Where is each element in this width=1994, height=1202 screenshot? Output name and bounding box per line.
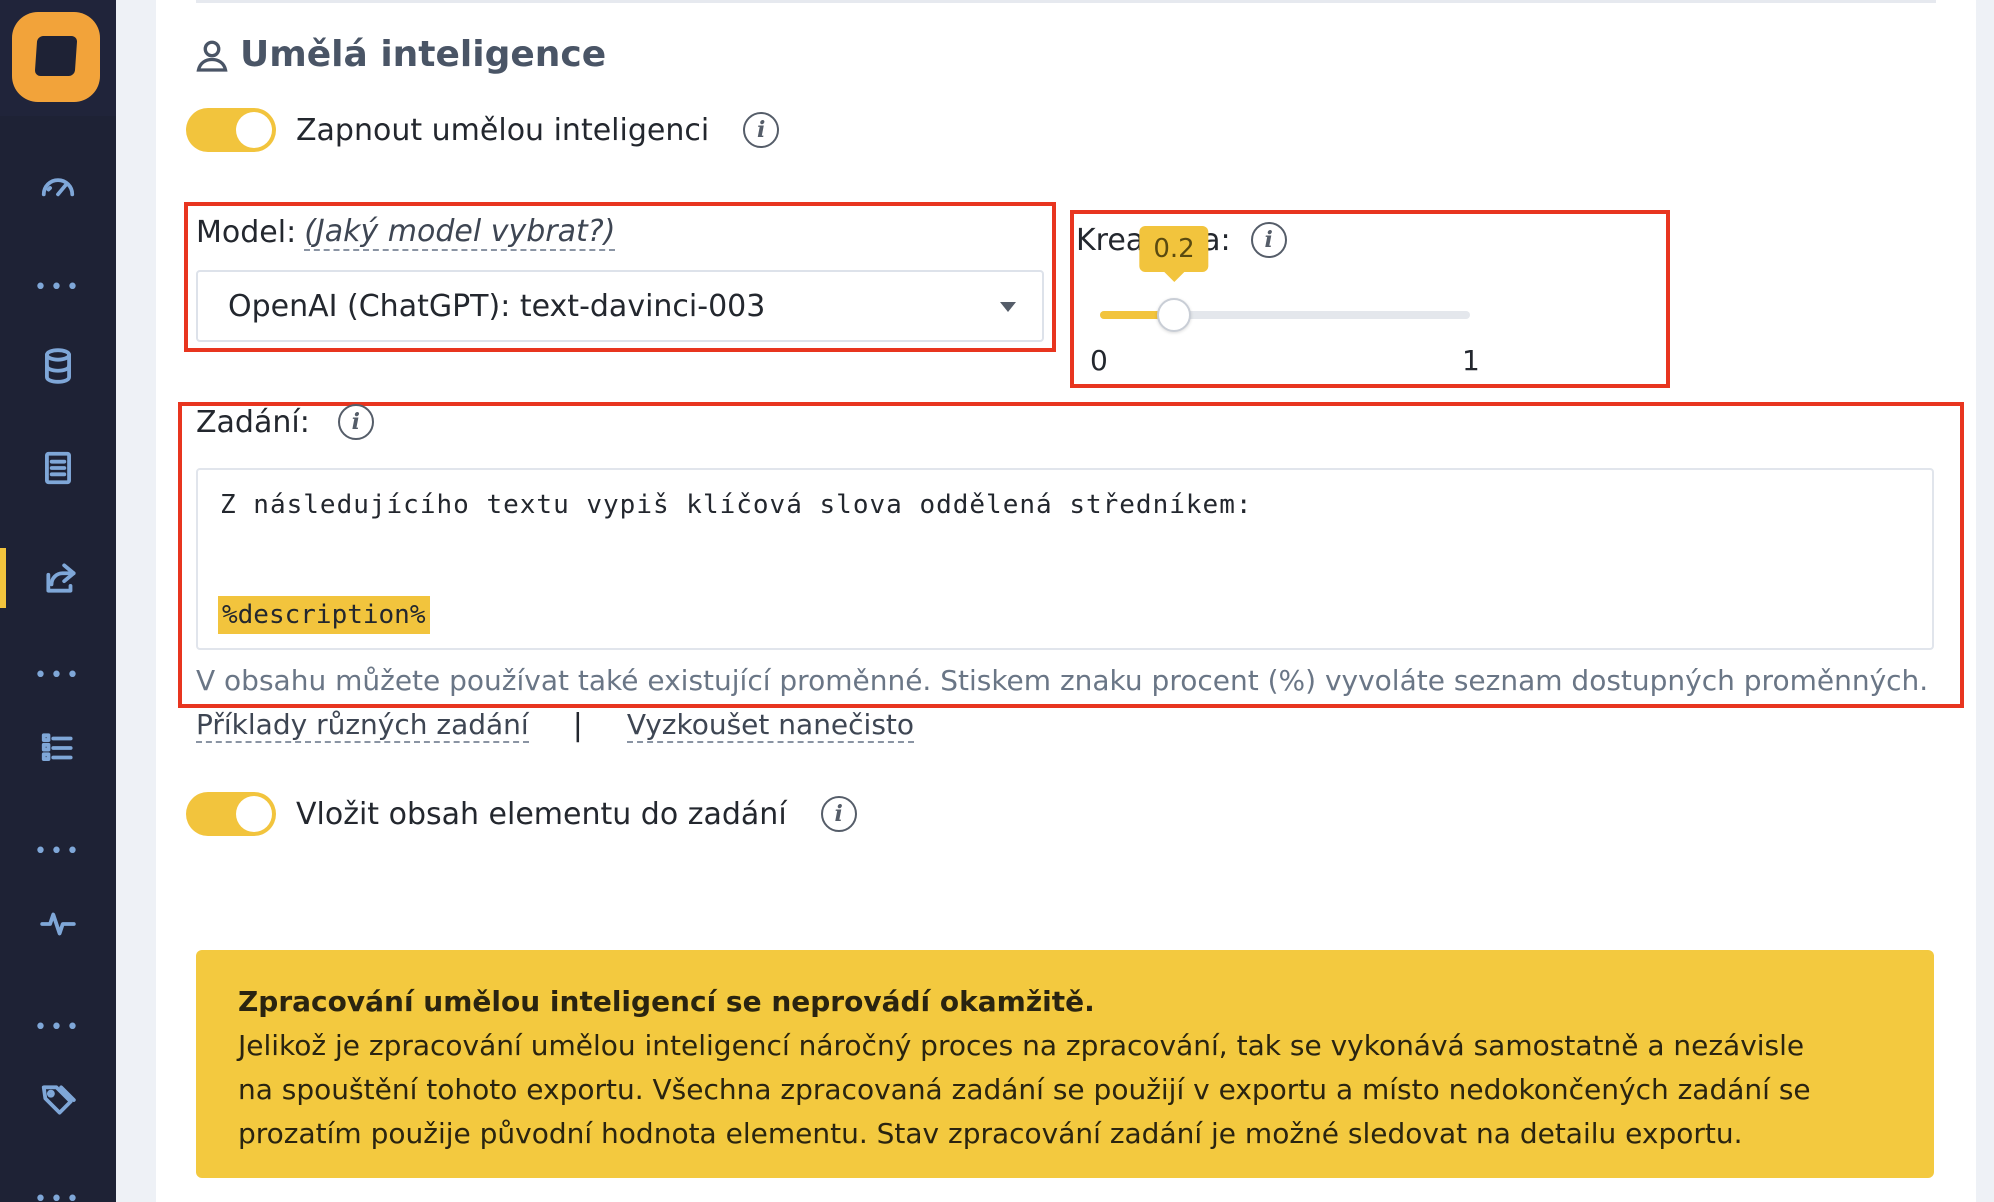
app-logo[interactable] [12, 12, 100, 102]
info-icon[interactable]: i [1250, 222, 1287, 258]
notice-line: prozatím použije původní hodnota element… [238, 1117, 1743, 1150]
slider-min-label: 0 [1090, 344, 1108, 377]
prompt-text: Z následujícího textu vypiš klíčová slov… [220, 490, 1253, 520]
slider-value-tooltip: 0.2 [1139, 226, 1209, 282]
prompt-hint: V obsahu můžete používat také existující… [196, 664, 1929, 697]
list-icon[interactable] [0, 718, 116, 778]
database-icon[interactable] [0, 336, 116, 396]
nav-more-dots[interactable]: ••• [0, 1189, 116, 1202]
ai-enable-toggle[interactable] [186, 108, 276, 152]
nav-more-dots[interactable]: ••• [0, 277, 116, 299]
prompt-label: Zadání: [196, 404, 310, 440]
info-icon[interactable]: i [337, 404, 374, 440]
slider-thumb[interactable] [1157, 298, 1191, 332]
insert-content-toggle[interactable] [186, 792, 276, 836]
dashboard-speedometer-icon[interactable] [0, 158, 116, 218]
model-help-link[interactable]: (Jaký model vybrat?) [304, 214, 616, 251]
examples-link[interactable]: Příklady různých zadání [196, 708, 529, 743]
ai-toggle-row: Zapnout umělou inteligenci i [186, 108, 780, 152]
section-title-text: Umělá inteligence [240, 34, 607, 75]
prompt-editor[interactable]: Z následujícího textu vypiš klíčová slov… [196, 468, 1934, 650]
processing-notice: Zpracování umělou inteligencí se neprová… [196, 950, 1934, 1178]
slider-max-label: 1 [1462, 344, 1480, 377]
nav-more-dots[interactable]: ••• [0, 665, 116, 687]
notice-title: Zpracování umělou inteligencí se neprová… [238, 985, 1095, 1018]
dry-run-link[interactable]: Vyzkoušet nanečisto [626, 708, 915, 743]
notice-line: na spouštění tohoto exportu. Všechna zpr… [238, 1073, 1811, 1106]
divider [196, 0, 1936, 3]
document-icon[interactable] [0, 438, 116, 498]
model-select[interactable]: OpenAI (ChatGPT): text-davinci-003 [196, 270, 1044, 342]
model-label-row: Model: (Jaký model vybrat?) [196, 214, 616, 251]
chevron-down-icon [1000, 302, 1016, 312]
model-label: Model: [196, 215, 297, 250]
insert-toggle-row: Vložit obsah elementu do zadání i [186, 792, 857, 836]
prompt-links: Příklady různých zadání | Vyzkoušet nane… [196, 708, 915, 743]
creativity-slider[interactable]: 0.2 [1100, 226, 1470, 332]
user-icon [196, 40, 228, 72]
section-title: Umělá inteligence [194, 34, 606, 75]
insert-toggle-label: Vložit obsah elementu do zadání [296, 796, 787, 832]
tags-icon[interactable] [0, 1070, 116, 1130]
nav-more-dots[interactable]: ••• [0, 841, 116, 863]
ai-toggle-label: Zapnout umělou inteligenci [296, 112, 710, 148]
info-icon[interactable]: i [820, 796, 857, 832]
logo-area[interactable] [0, 0, 116, 116]
link-separator: | [572, 708, 583, 743]
sidebar: ••• ••• ••• ••• ••• [0, 0, 116, 1202]
info-icon[interactable]: i [743, 112, 780, 148]
prompt-variable-tag[interactable]: %description% [218, 596, 430, 634]
nav-more-dots[interactable]: ••• [0, 1017, 116, 1039]
export-share-icon[interactable] [0, 548, 116, 608]
model-selected-value: OpenAI (ChatGPT): text-davinci-003 [228, 288, 766, 324]
ai-settings-panel: Umělá inteligence Zapnout umělou intelig… [156, 0, 1976, 1202]
notice-line: Jelikož je zpracování umělou inteligencí… [238, 1029, 1805, 1062]
prompt-label-row: Zadání: i [196, 404, 374, 440]
activity-pulse-icon[interactable] [0, 894, 116, 954]
